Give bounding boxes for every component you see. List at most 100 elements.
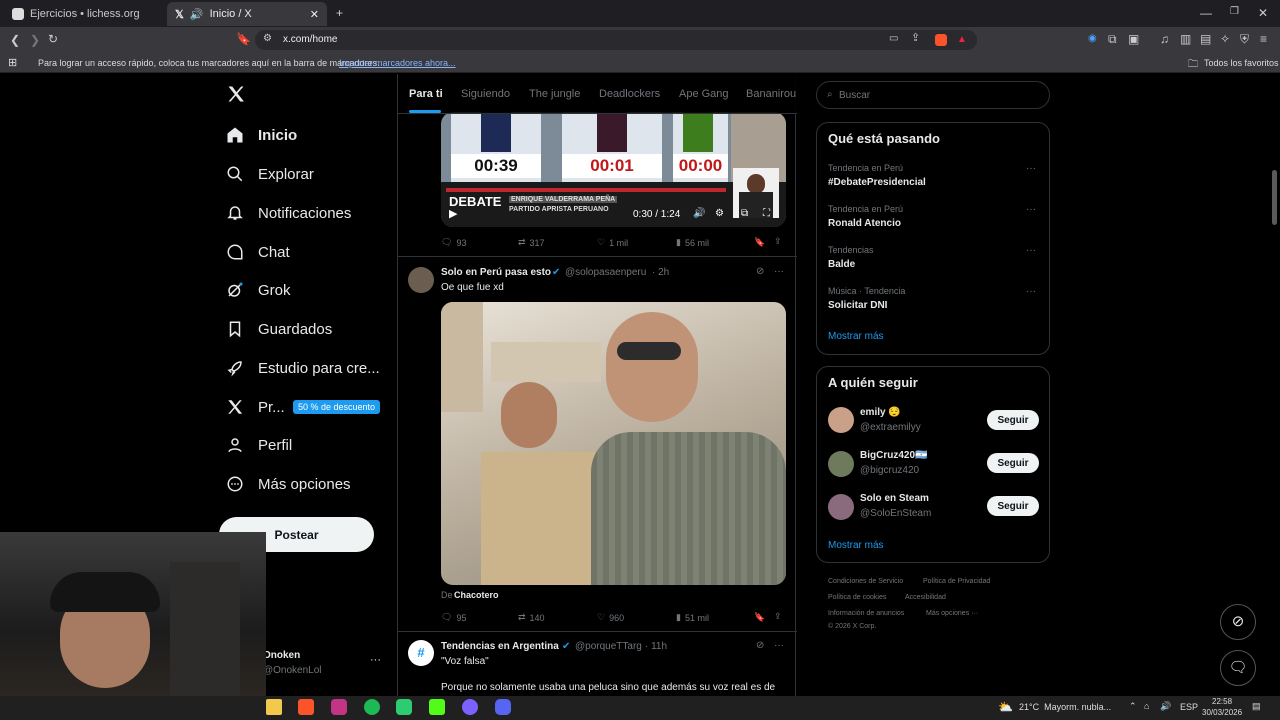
avatar[interactable] — [828, 451, 854, 477]
like-action[interactable]: ♡ 960 — [597, 612, 624, 623]
sidebar-item-chat[interactable]: Chat — [226, 243, 290, 261]
page-scrollbar[interactable] — [1272, 170, 1277, 225]
footer-terms-link[interactable]: Condiciones de Servicio — [828, 578, 903, 585]
repost-action[interactable]: ⇄ 317 — [518, 237, 545, 248]
instagram-icon[interactable] — [331, 699, 347, 715]
clock-date[interactable]: 30/03/2026 — [1202, 708, 1242, 717]
all-favorites-link[interactable]: Todos los favoritos — [1204, 58, 1279, 68]
post-more-icon[interactable]: ··· — [774, 640, 784, 651]
restore-icon[interactable]: ❐ — [1230, 7, 1239, 17]
messages-float-icon[interactable]: 🗨 — [1220, 650, 1256, 686]
leo-ai-icon[interactable]: ✧ — [1220, 33, 1230, 45]
discord-icon[interactable] — [495, 699, 511, 715]
sidebar-item-more[interactable]: Más opciones — [226, 475, 351, 493]
post-handle[interactable]: @porqueTTarg — [575, 641, 642, 652]
url-field[interactable]: ⚙ x.com/home ▭ ⇪ ▲ — [255, 30, 977, 50]
sidebar-item-notifications[interactable]: Notificaciones — [226, 204, 351, 222]
brave-shield-icon[interactable] — [935, 34, 947, 46]
sidebar-item-bookmarks[interactable]: Guardados — [226, 320, 332, 338]
follow-button[interactable]: Seguir — [987, 453, 1039, 473]
tab-for-you[interactable]: Para ti — [409, 88, 443, 100]
trend-item[interactable]: Tendencia en Perú Ronald Atencio — [828, 204, 903, 229]
close-tab-icon[interactable]: ✕ — [310, 8, 319, 21]
brave-icon[interactable] — [298, 699, 314, 715]
bookmark-post-icon[interactable]: 🔖 — [754, 237, 765, 248]
grok-icon[interactable]: ⊘ — [756, 640, 764, 651]
credit-name[interactable]: Chacotero — [454, 590, 499, 600]
sidebar-item-creator-studio[interactable]: Estudio para cre... — [226, 359, 380, 377]
kick-icon[interactable] — [429, 699, 445, 715]
sidebar-item-home[interactable]: Inicio — [226, 126, 297, 144]
post-time[interactable]: · 11h — [645, 641, 667, 652]
forward-icon[interactable]: ❯ — [30, 34, 40, 46]
suggested-user-name[interactable]: BigCruz420🇦🇷 — [860, 450, 927, 461]
account-name[interactable]: Onoken — [263, 650, 300, 661]
reload-icon[interactable]: ↻ — [48, 33, 58, 45]
trend-more-icon[interactable]: ··· — [1026, 204, 1036, 215]
views-action[interactable]: ▮ 51 mil — [676, 612, 709, 623]
repost-action[interactable]: ⇄ 140 — [518, 612, 545, 623]
follow-show-more-link[interactable]: Mostrar más — [828, 540, 884, 551]
brave-wallet-icon[interactable]: ▤ — [1200, 33, 1211, 45]
app-icon[interactable] — [396, 699, 412, 715]
cast-icon[interactable]: ▭ — [889, 34, 898, 44]
post-more-icon[interactable]: ··· — [774, 266, 784, 277]
premium-discount-badge[interactable]: 50 % de descuento — [293, 400, 381, 414]
trend-item[interactable]: Tendencia en Perú #DebatePresidencial — [828, 163, 926, 188]
sidebar-item-premium[interactable]: Pr... — [226, 398, 285, 416]
grok-icon[interactable]: ⊘ — [756, 266, 764, 277]
views-action[interactable]: ▮ 56 mil — [676, 237, 709, 248]
sidebar-item-explore[interactable]: Explorar — [226, 165, 314, 183]
post-author[interactable]: Solo en Perú pasa esto — [441, 267, 551, 278]
trend-item[interactable]: Música · Tendencia Solicitar DNI — [828, 286, 905, 311]
share-post-icon[interactable]: ⇪ — [774, 236, 782, 247]
reply-action[interactable]: 🗨 93 — [441, 237, 466, 248]
post-time[interactable]: · 2h — [652, 267, 669, 278]
back-icon[interactable]: ❮ — [10, 34, 20, 46]
app-icon[interactable] — [462, 699, 478, 715]
pip-icon[interactable]: ⧉ — [741, 208, 748, 219]
debate-video[interactable]: 00:39 00:01 00:00 DEBATE ENRIQUE VALDERR… — [441, 112, 786, 227]
share-post-icon[interactable]: ⇪ — [774, 611, 782, 622]
notifications-icon[interactable]: ▤ — [1252, 701, 1261, 712]
footer-accessibility-link[interactable]: Accesibilidad — [905, 594, 946, 601]
tab-bananirou[interactable]: Bananirou — [746, 88, 796, 100]
vpn-icon[interactable]: ⛨ — [1240, 33, 1249, 45]
footer-ads-info-link[interactable]: Información de anuncios — [828, 610, 904, 617]
avatar[interactable] — [828, 494, 854, 520]
grok-float-icon[interactable]: ⊘ — [1220, 604, 1256, 640]
fullscreen-icon[interactable]: ⛶ — [763, 208, 770, 219]
reply-action[interactable]: 🗨 95 — [441, 612, 466, 623]
media-icon[interactable]: ♫ — [1160, 33, 1169, 45]
file-explorer-icon[interactable] — [266, 699, 282, 715]
share-icon[interactable]: ⇪ — [911, 33, 920, 44]
language-indicator[interactable]: ESP — [1180, 702, 1198, 712]
settings-icon[interactable]: ⚙ — [715, 208, 724, 219]
network-icon[interactable]: ⌂ — [1144, 701, 1149, 711]
play-icon[interactable]: ▶ — [449, 207, 457, 220]
avatar[interactable] — [408, 267, 434, 293]
trend-more-icon[interactable]: ··· — [1026, 245, 1036, 256]
trend-more-icon[interactable]: ··· — [1026, 163, 1036, 174]
tray-chevron-icon[interactable]: ⌃ — [1129, 701, 1137, 712]
minimize-icon[interactable]: — — [1200, 7, 1212, 19]
spotify-icon[interactable] — [364, 699, 380, 715]
clock-time[interactable]: 22:58 — [1212, 697, 1232, 706]
footer-more-link[interactable]: Más opciones ··· — [926, 610, 978, 617]
post-author[interactable]: Tendencias en Argentina — [441, 641, 559, 652]
tab-the-jungle[interactable]: The jungle — [529, 88, 580, 100]
sidebar-item-grok[interactable]: Grok — [226, 281, 291, 299]
tab-deadlockers[interactable]: Deadlockers — [599, 88, 660, 100]
extensions-icon[interactable]: ⧉ — [1108, 33, 1117, 45]
footer-cookies-link[interactable]: Política de cookies — [828, 594, 886, 601]
weather-text[interactable]: 21°C Mayorm. nubla... — [1019, 702, 1111, 712]
post-video[interactable] — [441, 302, 786, 585]
suggested-user-name[interactable]: emily 😌 — [860, 407, 901, 418]
bookmark-page-icon[interactable]: 🔖 — [236, 33, 251, 45]
x-logo-icon[interactable] — [226, 84, 246, 104]
follow-button[interactable]: Seguir — [987, 496, 1039, 516]
tab-lichess[interactable]: Ejercicios • lichess.org — [4, 2, 164, 26]
suggested-user-name[interactable]: Solo en Steam — [860, 493, 929, 504]
account-more-icon[interactable]: ··· — [370, 654, 381, 666]
tab-ape-gang[interactable]: Ape Gang — [679, 88, 729, 100]
